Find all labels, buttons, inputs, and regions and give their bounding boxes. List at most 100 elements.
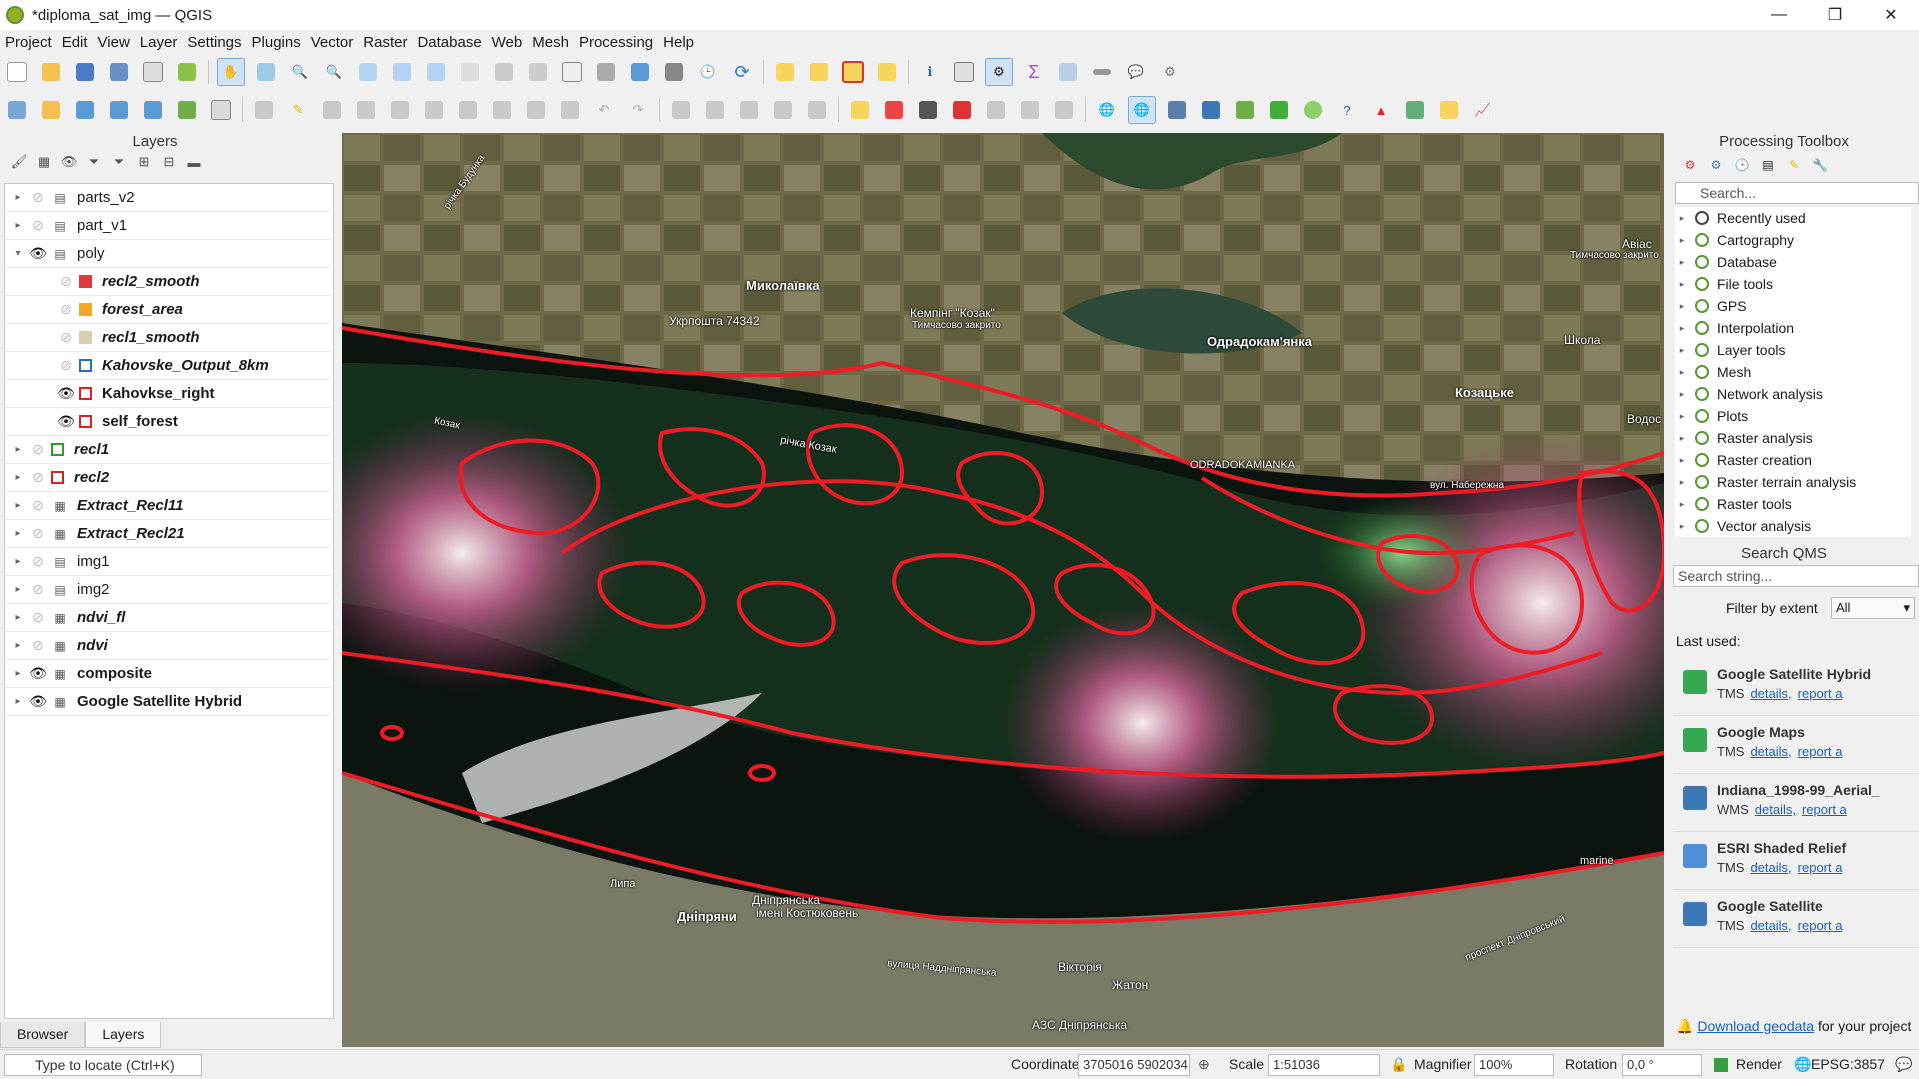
layer-row[interactable]: ▸ 👁 ▦ Google Satellite Hybrid — [5, 688, 331, 716]
eye-hidden-icon[interactable]: ⊘ — [25, 581, 51, 598]
zoom-to-layer-icon[interactable] — [423, 59, 449, 85]
open-attribute-table-icon[interactable] — [1055, 59, 1081, 85]
measure-icon[interactable] — [1089, 59, 1115, 85]
expand-arrow-icon[interactable]: ▸ — [1675, 213, 1689, 224]
menu-database[interactable]: Database — [412, 34, 486, 51]
pan-to-selection-icon[interactable] — [253, 59, 279, 85]
python-console-icon[interactable] — [1198, 97, 1224, 123]
qms-item[interactable]: Google Satellite Hybrid TMS details, report… — [1673, 660, 1919, 716]
move-label-icon[interactable] — [983, 97, 1009, 123]
options-icon[interactable]: 🔧 — [1810, 155, 1830, 175]
eye-hidden-icon[interactable]: ⊘ — [25, 525, 51, 542]
zoom-next-icon[interactable] — [525, 59, 551, 85]
vertex-tool-icon[interactable] — [387, 97, 413, 123]
zoom-full-icon[interactable] — [355, 59, 381, 85]
render-checkbox[interactable] — [1714, 1058, 1728, 1072]
expand-arrow-icon[interactable]: ▸ — [1675, 301, 1689, 312]
diagram-tool-icon[interactable] — [881, 97, 907, 123]
menu-raster[interactable]: Raster — [358, 34, 412, 51]
lock-scale-icon[interactable]: 🔒 — [1390, 1056, 1407, 1073]
new-layer-icon[interactable] — [38, 97, 64, 123]
eye-hidden-icon[interactable]: ⊘ — [25, 469, 51, 486]
shape-digitizing-icon[interactable] — [702, 97, 728, 123]
close-button[interactable]: ✕ — [1863, 0, 1919, 30]
eye-hidden-icon[interactable]: ⊘ — [53, 273, 79, 290]
save-project-icon[interactable] — [72, 59, 98, 85]
expand-arrow-icon[interactable]: ▸ — [11, 444, 25, 455]
expand-arrow-icon[interactable]: ▸ — [1675, 279, 1689, 290]
delete-selected-icon[interactable] — [455, 97, 481, 123]
qms-report-link[interactable]: report a — [1798, 744, 1843, 759]
expand-arrow-icon[interactable]: ▸ — [1675, 411, 1689, 422]
restore-button[interactable]: ❐ — [1807, 0, 1863, 30]
georeferencer-icon[interactable] — [1232, 97, 1258, 123]
qms-filter-select[interactable]: All ▾ — [1831, 597, 1915, 619]
processing-item[interactable]: ▸ Raster tools — [1675, 493, 1792, 515]
zoom-native-icon[interactable] — [457, 59, 483, 85]
edit-features-in-place-icon[interactable]: ✎ — [1784, 155, 1804, 175]
menu-help[interactable]: Help — [658, 34, 699, 51]
eye-hidden-icon[interactable]: ⊘ — [25, 217, 51, 234]
select-features-icon[interactable] — [772, 59, 798, 85]
processing-item[interactable]: ▸ Database — [1675, 251, 1777, 273]
tab-browser[interactable]: Browser — [0, 1022, 86, 1048]
expand-arrow-icon[interactable]: ▸ — [11, 584, 25, 595]
layer-row[interactable]: ▸ ⊘ ▤ part_v1 — [5, 212, 331, 240]
qms-item[interactable]: Google Maps TMS details, report a — [1673, 718, 1919, 774]
deselect-icon[interactable] — [840, 59, 866, 85]
download-geodata-link[interactable]: Download geodata — [1697, 1018, 1814, 1034]
filter-legend-icon[interactable]: ⏷ — [83, 152, 105, 172]
add-raster-icon[interactable] — [174, 97, 200, 123]
snapping-icon[interactable] — [736, 97, 762, 123]
layer-row[interactable]: ▸ ⊘ ▤ img2 — [5, 576, 331, 604]
qms-search-icon[interactable]: 🌐 — [1128, 96, 1156, 124]
open-layer-styling-icon[interactable]: 🖌 — [8, 152, 30, 172]
expand-arrow-icon[interactable]: ▸ — [1675, 345, 1689, 356]
qms-item[interactable]: Google Satellite TMS details, report a — [1673, 892, 1919, 948]
rotate-label-icon[interactable] — [1017, 97, 1043, 123]
expand-arrow-icon[interactable]: ▸ — [11, 668, 25, 679]
expand-arrow-icon[interactable]: ▸ — [11, 472, 25, 483]
remove-layer-icon[interactable]: ▬ — [183, 152, 205, 172]
add-group-icon[interactable]: ▦ — [33, 152, 55, 172]
toggle-editing-icon[interactable]: ✎ — [285, 97, 311, 123]
processing-item[interactable]: ▸ Raster creation — [1675, 449, 1812, 471]
digitize-icon[interactable] — [353, 97, 379, 123]
python-scripts-icon[interactable]: ⚙ — [1706, 155, 1726, 175]
layer-row[interactable]: ⊘ forest_area — [5, 296, 331, 324]
qms-details-link[interactable]: details, — [1750, 744, 1791, 759]
refresh-icon[interactable]: ⟳ — [729, 59, 755, 85]
toggle-extents-icon[interactable]: ⊕ — [1198, 1056, 1210, 1073]
eye-visible-icon[interactable]: 👁 — [25, 665, 51, 682]
zoom-last-icon[interactable] — [491, 59, 517, 85]
cut-features-icon[interactable] — [489, 97, 515, 123]
layer-row[interactable]: ▾ 👁 ▤ poly — [5, 240, 331, 268]
modify-attributes-icon[interactable] — [421, 97, 447, 123]
layer-row[interactable]: ▸ ⊘ ▤ parts_v2 — [5, 184, 331, 212]
layer-row[interactable]: ▸ ⊘ ▤ img1 — [5, 548, 331, 576]
add-point-icon[interactable] — [72, 97, 98, 123]
tab-layers[interactable]: Layers — [85, 1022, 162, 1048]
expand-arrow-icon[interactable]: ▸ — [11, 192, 25, 203]
eye-hidden-icon[interactable]: ⊘ — [25, 609, 51, 626]
map-tips-icon[interactable]: 💬 — [1123, 59, 1149, 85]
processing-item[interactable]: ▸ Layer tools — [1675, 339, 1786, 361]
data-source-manager-icon[interactable] — [4, 97, 30, 123]
expand-arrow-icon[interactable]: ▸ — [1675, 499, 1689, 510]
filter-by-expression-icon[interactable]: ⏷ — [108, 152, 130, 172]
open-project-icon[interactable] — [38, 59, 64, 85]
qms-item[interactable]: ESRI Shaded Relief TMS details, report a — [1673, 834, 1919, 890]
menu-view[interactable]: View — [93, 34, 135, 51]
locator-input[interactable]: Type to locate (Ctrl+K) — [4, 1054, 202, 1076]
collapse-all-icon[interactable]: ⊟ — [158, 152, 180, 172]
highlight-icon[interactable] — [1436, 97, 1462, 123]
qms-report-link[interactable]: report a — [1802, 802, 1847, 817]
layer-row[interactable]: ▸ ⊘ recl2 — [5, 464, 331, 492]
add-virtual-layer-icon[interactable] — [208, 97, 234, 123]
layer-row[interactable]: 👁 self_forest — [5, 408, 331, 436]
messages-icon[interactable]: 💬 — [1895, 1056, 1912, 1073]
eye-visible-icon[interactable]: 👁 — [53, 385, 79, 402]
models-icon[interactable]: ⚙ — [1680, 155, 1700, 175]
qms-search-input[interactable]: Search string... — [1673, 565, 1919, 587]
menu-web[interactable]: Web — [487, 34, 528, 51]
